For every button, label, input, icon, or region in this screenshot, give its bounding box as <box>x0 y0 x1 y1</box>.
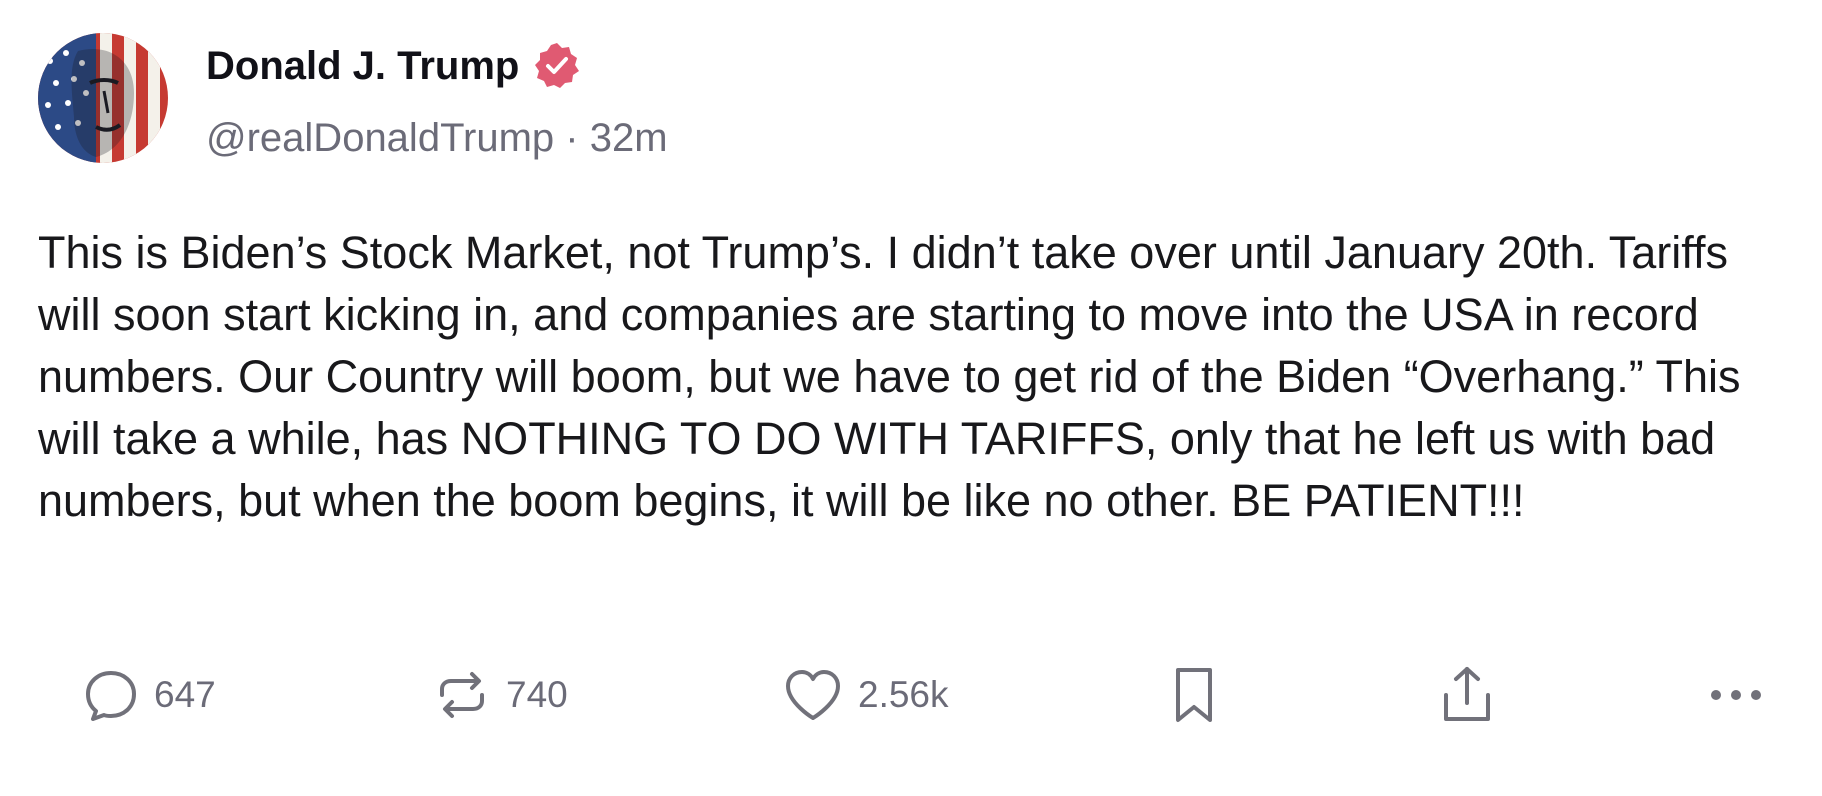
bookmark-button[interactable] <box>1168 660 1220 730</box>
heart-icon <box>782 666 844 724</box>
reply-button[interactable]: 647 <box>82 660 216 730</box>
action-bar: 647 740 2.56k <box>0 660 1822 730</box>
display-name[interactable]: Donald J. Trump <box>206 44 519 89</box>
meta-separator: · <box>565 116 579 160</box>
more-icon <box>1706 685 1766 705</box>
like-button[interactable]: 2.56k <box>782 660 949 730</box>
post-body: This is Biden’s Stock Market, not Trump’… <box>38 227 1741 526</box>
post-timestamp[interactable]: 32m <box>590 116 668 160</box>
more-button[interactable] <box>1706 660 1766 730</box>
like-count: 2.56k <box>858 674 949 715</box>
post-card: Donald J. Trump @realDonaldTrump · 32m T… <box>0 0 1822 796</box>
repost-button[interactable]: 740 <box>432 660 568 730</box>
repost-count: 740 <box>506 674 568 715</box>
author-header: Donald J. Trump <box>206 40 583 92</box>
reply-count: 647 <box>154 674 216 715</box>
bookmark-icon <box>1168 664 1220 726</box>
verified-badge-icon <box>531 40 583 92</box>
share-button[interactable] <box>1438 660 1496 730</box>
author-handle[interactable]: @realDonaldTrump <box>206 116 554 160</box>
repost-icon <box>432 665 492 725</box>
author-meta: @realDonaldTrump · 32m <box>206 116 668 161</box>
reply-icon <box>82 666 140 724</box>
share-icon <box>1438 663 1496 727</box>
avatar[interactable] <box>38 33 168 163</box>
avatar-portrait <box>38 33 168 163</box>
